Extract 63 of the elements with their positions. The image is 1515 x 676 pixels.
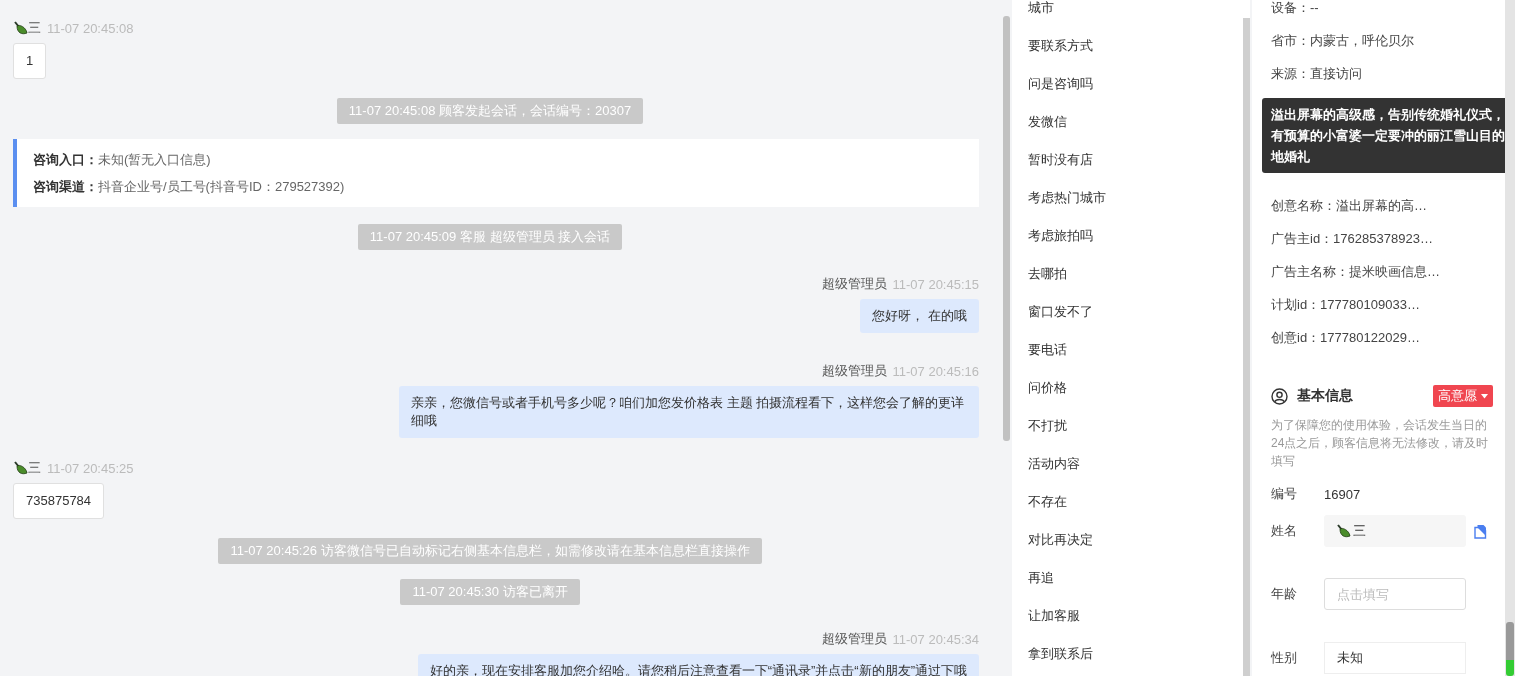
quick-reply-item[interactable]: 发微信 (1012, 103, 1243, 141)
sender-name: 超级管理员 (821, 630, 887, 648)
field-label: 咨询渠道： (33, 179, 98, 194)
info-field: 设备：-- (1271, 0, 1495, 24)
sender-name: 三 (28, 19, 41, 37)
field-label: 年龄 (1271, 585, 1298, 603)
message-time: 11-07 20:45:15 (892, 276, 979, 292)
field-label: 性别 (1271, 649, 1298, 667)
quick-reply-item[interactable]: 不存在 (1012, 483, 1243, 521)
quick-reply-item[interactable]: 问价格 (1012, 369, 1243, 407)
field-value: 16907 (1324, 486, 1361, 502)
quick-reply-item[interactable]: 要电话 (1012, 331, 1243, 369)
quick-reply-item[interactable]: 让加客服 (1012, 597, 1243, 635)
sender-name: 三 (28, 459, 41, 477)
info-field: 省市：内蒙古，呼伦贝尔 (1271, 24, 1495, 57)
info-field: 创意名称：溢出屏幕的高… (1271, 189, 1495, 222)
field-label: 姓名 (1271, 522, 1298, 540)
gender-field[interactable]: 未知 (1324, 642, 1466, 674)
quick-reply-item[interactable]: 城市 (1012, 0, 1243, 27)
field-value: 抖音企业号/员工号(抖音号ID：279527392) (98, 179, 345, 194)
message-time: 11-07 20:45:25 (47, 460, 134, 476)
sender-name: 超级管理员 (821, 362, 887, 380)
quick-reply-item[interactable]: 考虑热门城市 (1012, 179, 1243, 217)
quick-reply-item[interactable]: 问是咨询吗 (1012, 65, 1243, 103)
message-time: 11-07 20:45:16 (892, 363, 979, 379)
quick-reply-item[interactable]: 再追 (1012, 559, 1243, 597)
sender-name: 超级管理员 (821, 275, 887, 293)
quick-reply-item[interactable]: 要联系方式 (1012, 27, 1243, 65)
quick-reply-item[interactable]: 考虑旅拍吗 (1012, 217, 1243, 255)
info-field: 创意id：177780122029… (1271, 321, 1495, 354)
quick-reply-item[interactable]: 去哪拍 (1012, 255, 1243, 293)
info-field: 计划id：177780109033… (1271, 288, 1495, 321)
user-circle-icon (1271, 387, 1288, 405)
quick-reply-item[interactable]: 活动内容 (1012, 445, 1243, 483)
copy-icon (1474, 523, 1487, 539)
leaf-icon (13, 460, 28, 476)
message-bubble: 1 (13, 43, 47, 79)
caret-icon (1481, 393, 1488, 399)
message-bubble: 亲亲，您微信号或者手机号多少呢？咱们加您发价格表 主题 拍摄流程看下，这样您会了解的更详细哦 (399, 386, 979, 438)
quick-reply-item[interactable]: 拿到联系后 (1012, 635, 1243, 673)
message-bubble: 您好呀， 在的哦 (860, 299, 979, 333)
name-field[interactable]: 三 (1324, 515, 1466, 547)
quick-reply-item[interactable]: 不打扰 (1012, 407, 1243, 445)
leaf-icon (1336, 523, 1351, 539)
scrollbar[interactable] (1243, 0, 1250, 676)
field-label: 咨询入口： (33, 152, 98, 167)
quick-reply-item[interactable]: 暂时没有店 (1012, 141, 1243, 179)
message-time: 11-07 20:45:34 (892, 631, 979, 647)
field-label: 编号 (1271, 485, 1298, 503)
info-field: 广告主名称：提米映画信息… (1271, 255, 1495, 288)
scrollbar[interactable] (1505, 0, 1515, 676)
quick-reply-item[interactable]: 对比再决定 (1012, 521, 1243, 559)
message-bubble: 735875784 (13, 483, 105, 519)
info-field: 来源：直接访问 (1271, 57, 1495, 90)
info-field: 广告主id：176285378923… (1271, 222, 1495, 255)
intent-tag[interactable]: 高意愿 (1433, 385, 1493, 407)
quick-reply-item[interactable]: 窗口发不了 (1012, 293, 1243, 331)
field-value: 未知(暂无入口信息) (98, 152, 211, 167)
section-title: 基本信息 (1297, 387, 1354, 405)
message-time: 11-07 20:45:08 (47, 20, 134, 36)
leaf-icon (13, 20, 28, 36)
age-field[interactable]: 点击填写 (1324, 578, 1466, 610)
notice-text: 为了保障您的使用体验，会话发生当日的24点之后，顾客信息将无法修改，请及时填写 (1271, 417, 1490, 470)
